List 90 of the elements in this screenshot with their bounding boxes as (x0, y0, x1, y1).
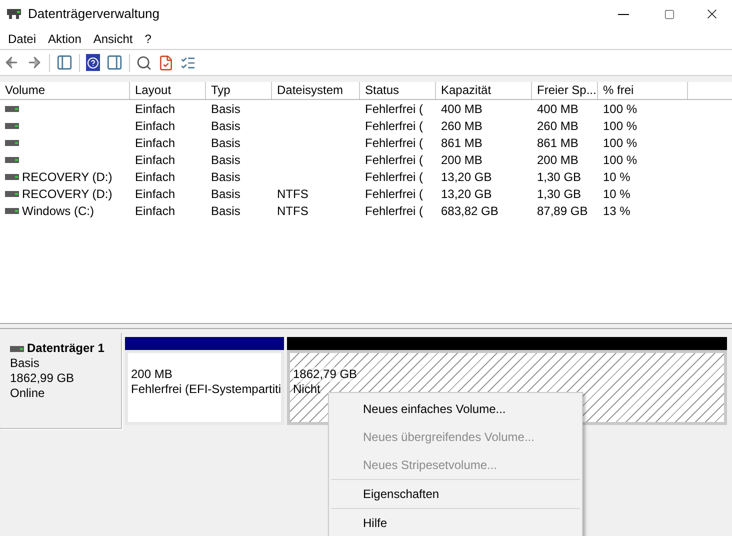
table-cell-text: Basis (211, 100, 240, 118)
table-cell-text: 683,82 GB (441, 202, 498, 220)
table-cell-text: 100 % (603, 100, 638, 118)
drive-icon (5, 122, 19, 128)
drive-icon (5, 174, 19, 180)
menu-option[interactable]: Hilfe (331, 509, 580, 536)
column-header[interactable]: % frei (598, 82, 688, 99)
menu-item[interactable]: ? (138, 30, 158, 48)
table-cell-text: 100 % (603, 152, 638, 168)
table-cell-text: Einfach (135, 168, 176, 186)
disk-management-icon (6, 8, 22, 20)
table-cell-text: RECOVERY (D:) (22, 168, 112, 186)
table-cell-text: Fehlerfrei ( (365, 152, 424, 168)
table-cell-text: 400 MB (441, 100, 482, 118)
disk-size: 1862,99 GB (10, 371, 76, 386)
partition-size: 1862,79 GB (293, 367, 358, 382)
table-cell-text: Einfach (135, 186, 176, 202)
table-cell-text: 13,20 GB (441, 168, 492, 186)
table-cell-text: 861 MB (441, 134, 482, 152)
drive-icon (5, 190, 19, 196)
table-cell-text: Basis (211, 168, 240, 186)
drive-icon (5, 156, 19, 162)
table-cell-text: Fehlerfrei ( (365, 118, 424, 134)
column-header[interactable]: Kapazität (436, 82, 532, 99)
drive-icon (5, 208, 19, 214)
table-cell-text: 100 % (603, 134, 638, 152)
table-cell-text: 13,20 GB (441, 186, 492, 202)
table-cell-text: 1,30 GB (537, 168, 582, 186)
table-cell-text: Windows (C:) (22, 202, 94, 220)
disk-state: Online (10, 386, 46, 401)
column-header[interactable]: Status (360, 82, 436, 99)
table-cell-text: 100 % (603, 118, 638, 134)
table-cell-text: 13 % (603, 202, 630, 220)
check-document-icon[interactable] (158, 54, 174, 70)
table-cell-text: Basis (211, 134, 240, 152)
table-cell-text: NTFS (277, 202, 308, 220)
table-cell-text: 260 MB (537, 118, 578, 134)
column-header[interactable]: Freier Sp... (532, 82, 598, 99)
table-cell-text: Einfach (135, 152, 176, 168)
table-cell-text: 1,30 GB (537, 186, 582, 202)
drive-icon (5, 106, 19, 112)
partition-status: Fehlerfrei (EFI-Systempartiti (131, 382, 282, 397)
table-cell-text: RECOVERY (D:) (22, 186, 112, 202)
back-icon[interactable] (3, 54, 20, 71)
disk-name: Datenträger 1 (27, 341, 104, 356)
column-header[interactable]: Volume (0, 82, 130, 99)
partition-status: Nicht (293, 382, 320, 397)
menu-item[interactable]: Datei (2, 30, 42, 48)
search-icon[interactable] (136, 54, 152, 70)
partition-block[interactable]: 200 MB Fehlerfrei (EFI-Systempartiti (125, 337, 284, 425)
table-cell-text: Fehlerfrei ( (365, 202, 424, 220)
panel-icon[interactable] (106, 54, 123, 71)
table-cell-text: 400 MB (537, 100, 578, 118)
table-cell-text: Fehlerfrei ( (365, 168, 424, 186)
disk-type: Basis (10, 356, 40, 371)
table-cell-text: NTFS (277, 186, 308, 202)
menu-option[interactable]: Eigenschaften (331, 480, 580, 508)
table-cell-text: 200 MB (537, 152, 578, 168)
table-cell-text: Einfach (135, 118, 176, 134)
column-header[interactable]: Dateisystem (272, 82, 360, 99)
table-cell-text: 260 MB (441, 118, 482, 134)
table-cell-text: Basis (211, 186, 240, 202)
help-icon[interactable] (86, 54, 100, 71)
column-header[interactable]: Layout (130, 82, 206, 99)
table-cell-text: Einfach (135, 202, 176, 220)
table-cell-text: Basis (211, 118, 240, 134)
table-cell-text: Basis (211, 202, 240, 220)
table-cell-text: Fehlerfrei ( (365, 100, 424, 118)
drive-icon (5, 140, 19, 146)
table-cell-text: Einfach (135, 134, 176, 152)
table-cell-text: Fehlerfrei ( (365, 186, 424, 202)
table-cell-text: 200 MB (441, 152, 482, 168)
table-cell-text: 861 MB (537, 134, 578, 152)
maximize-icon (664, 8, 674, 20)
column-header[interactable]: Typ (206, 82, 272, 99)
drive-icon (10, 346, 24, 352)
forward-icon[interactable] (26, 54, 43, 71)
table-cell-text: 10 % (603, 168, 630, 186)
checklist-icon[interactable] (180, 54, 196, 70)
table-cell-text: Fehlerfrei ( (365, 134, 424, 152)
window-title: Datenträgerverwaltung (28, 5, 160, 24)
panel-icon[interactable] (56, 54, 73, 71)
menu-item[interactable]: Ansicht (87, 30, 139, 48)
menu-option[interactable]: Neues einfaches Volume... (331, 395, 580, 423)
table-cell-text: 87,89 GB (537, 202, 588, 220)
menu-item[interactable]: Aktion (42, 30, 88, 48)
table-cell-text: Basis (211, 152, 240, 168)
table-cell-text: Einfach (135, 100, 176, 118)
table-cell-text: 10 % (603, 186, 630, 202)
partition-size: 200 MB (131, 367, 172, 382)
